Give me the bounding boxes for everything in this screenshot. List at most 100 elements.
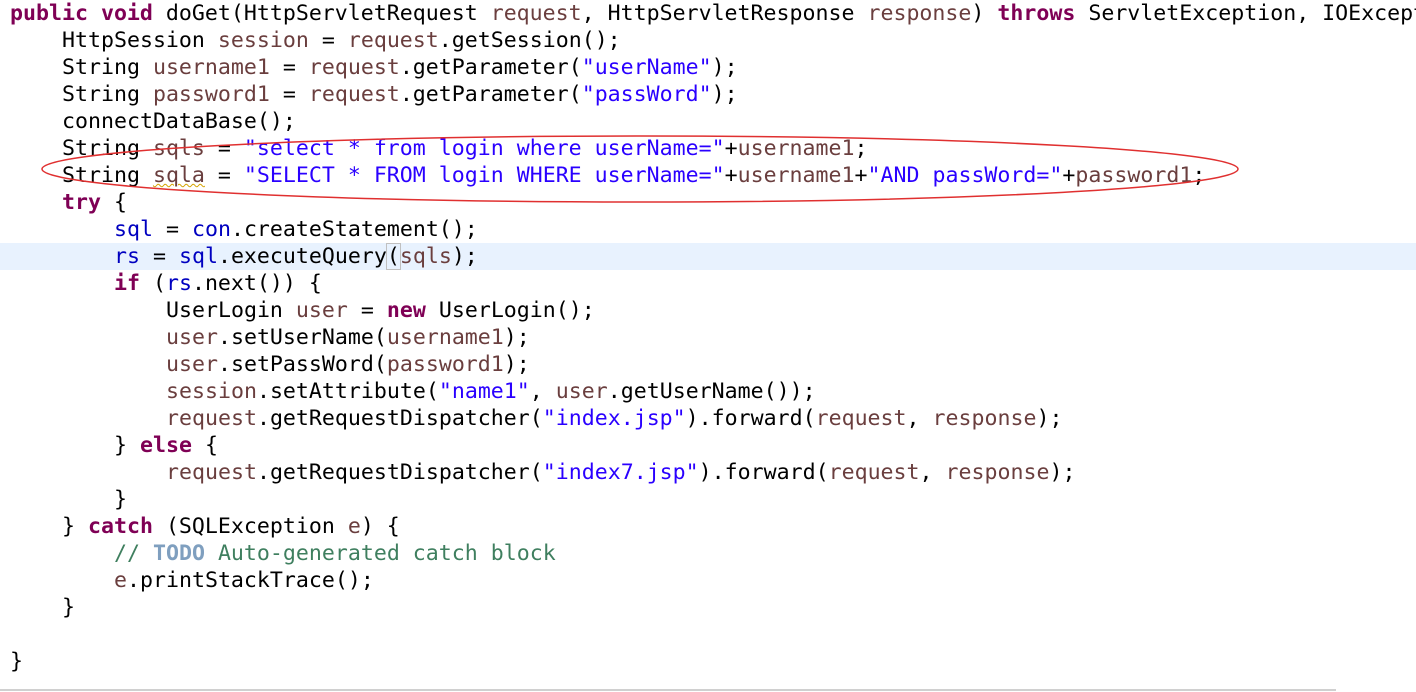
- code-token: =: [269, 82, 309, 107]
- code-token: user: [295, 298, 348, 323]
- code-line-9[interactable]: sql = con.createStatement();: [0, 216, 478, 243]
- code-token: );: [711, 55, 738, 80]
- code-token: request: [166, 460, 257, 485]
- code-token: doGet(HttpServletRequest: [152, 1, 491, 26]
- code-token: ;: [1192, 163, 1206, 188]
- code-token: sql: [114, 217, 153, 242]
- code-token: if: [114, 271, 140, 296]
- code-token: =: [204, 163, 244, 188]
- code-token: password1: [1075, 163, 1193, 188]
- code-token: .setUserName(: [217, 325, 387, 350]
- code-token: .getParameter(: [399, 55, 582, 80]
- code-token: .getParameter(: [399, 82, 582, 107]
- code-token: );: [1049, 460, 1076, 485]
- code-token: throws: [997, 1, 1076, 26]
- code-line-11[interactable]: if (rs.next()) {: [0, 270, 322, 297]
- code-line-10[interactable]: rs = sql.executeQuery(sqls);: [0, 243, 1416, 270]
- code-line-7[interactable]: String sqla = "SELECT * FROM login WHERE…: [0, 162, 1205, 189]
- code-token: =: [152, 217, 192, 242]
- code-line-3[interactable]: String username1 = request.getParameter(…: [0, 54, 738, 81]
- code-token: }: [114, 487, 127, 512]
- code-token: ,: [919, 460, 946, 485]
- code-line-24[interactable]: [0, 621, 10, 648]
- code-token: sqls: [152, 136, 205, 161]
- code-line-13[interactable]: user.setUserName(username1);: [0, 324, 530, 351]
- code-token: connectDataBase();: [62, 109, 296, 134]
- code-token: "select * from login where userName=": [243, 136, 725, 161]
- code-token: request: [828, 460, 920, 485]
- code-token: response: [932, 406, 1037, 431]
- code-token: ,: [529, 379, 556, 404]
- code-line-15[interactable]: session.setAttribute("name1", user.getUs…: [0, 378, 816, 405]
- code-token: void: [100, 1, 153, 26]
- code-line-5[interactable]: connectDataBase();: [0, 108, 296, 135]
- code-line-21[interactable]: // TODO Auto-generated catch block: [0, 540, 556, 567]
- code-token: .setPassWord(: [217, 352, 387, 377]
- code-line-22[interactable]: e.printStackTrace();: [0, 567, 374, 594]
- code-line-8[interactable]: try {: [0, 189, 127, 216]
- code-token: .createStatement();: [230, 217, 478, 242]
- code-token: ).forward(: [685, 406, 816, 431]
- code-token: new: [386, 298, 426, 323]
- code-line-25[interactable]: }: [0, 648, 23, 675]
- code-line-20[interactable]: } catch (SQLException e) {: [0, 513, 400, 540]
- code-token: e: [347, 514, 361, 539]
- code-token: .executeQuery: [217, 244, 387, 269]
- code-token: (: [139, 271, 166, 296]
- code-token: "passWord": [581, 82, 712, 107]
- code-token: }: [114, 433, 140, 458]
- code-token: +: [724, 163, 738, 188]
- code-line-19[interactable]: }: [0, 486, 127, 513]
- code-line-16[interactable]: request.getRequestDispatcher("index.jsp"…: [0, 405, 1062, 432]
- code-token: =: [308, 28, 348, 53]
- code-token: =: [269, 55, 309, 80]
- code-token: {: [191, 433, 218, 458]
- code-line-18[interactable]: request.getRequestDispatcher("index7.jsp…: [0, 459, 1075, 486]
- code-token: ;: [854, 136, 868, 161]
- code-token: "index7.jsp": [542, 460, 699, 485]
- code-line-2[interactable]: HttpSession session = request.getSession…: [0, 27, 621, 54]
- code-line-17[interactable]: } else {: [0, 432, 218, 459]
- code-token: =: [204, 136, 244, 161]
- code-line-4[interactable]: String password1 = request.getParameter(…: [0, 81, 738, 108]
- code-token: =: [139, 244, 179, 269]
- code-token: String: [62, 163, 153, 188]
- code-token: user: [166, 325, 218, 350]
- code-token: "AND passWord=": [867, 163, 1063, 188]
- code-token: try: [62, 190, 101, 215]
- code-token: //: [114, 541, 153, 566]
- code-token: (: [385, 243, 401, 270]
- code-token: "userName": [581, 55, 712, 80]
- code-token: request: [308, 82, 400, 107]
- code-token: ServletException, IOExcept: [1075, 1, 1416, 26]
- code-token: ) {: [360, 514, 400, 539]
- code-token: sqls: [399, 244, 452, 269]
- code-token: .printStackTrace();: [127, 568, 374, 593]
- code-token: username1: [737, 163, 855, 188]
- code-token: );: [711, 82, 738, 107]
- code-token: .getRequestDispatcher(: [256, 406, 543, 431]
- code-line-6[interactable]: String sqls = "select * from login where…: [0, 135, 868, 162]
- code-token: "SELECT * FROM login WHERE userName=": [243, 163, 725, 188]
- code-token: );: [503, 325, 530, 350]
- code-line-23[interactable]: }: [0, 594, 75, 621]
- code-token: request: [815, 406, 907, 431]
- code-token: session: [166, 379, 257, 404]
- code-token: , HttpServletResponse: [581, 1, 868, 26]
- code-token: rs: [114, 244, 140, 269]
- code-token: String: [62, 136, 153, 161]
- code-token: Auto-generated catch block: [204, 541, 556, 566]
- code-token: request: [490, 1, 582, 26]
- code-token: user: [555, 379, 608, 404]
- code-line-14[interactable]: user.setPassWord(password1);: [0, 351, 530, 378]
- code-editor[interactable]: public void doGet(HttpServletRequest req…: [0, 0, 1416, 692]
- code-line-1[interactable]: public void doGet(HttpServletRequest req…: [0, 0, 1416, 27]
- code-token: }: [62, 595, 75, 620]
- code-line-12[interactable]: UserLogin user = new UserLogin();: [0, 297, 595, 324]
- code-token: UserLogin();: [425, 298, 595, 323]
- code-token: {: [100, 190, 127, 215]
- code-token: sql: [178, 244, 218, 269]
- code-token: String: [62, 55, 153, 80]
- code-token: ).forward(: [698, 460, 829, 485]
